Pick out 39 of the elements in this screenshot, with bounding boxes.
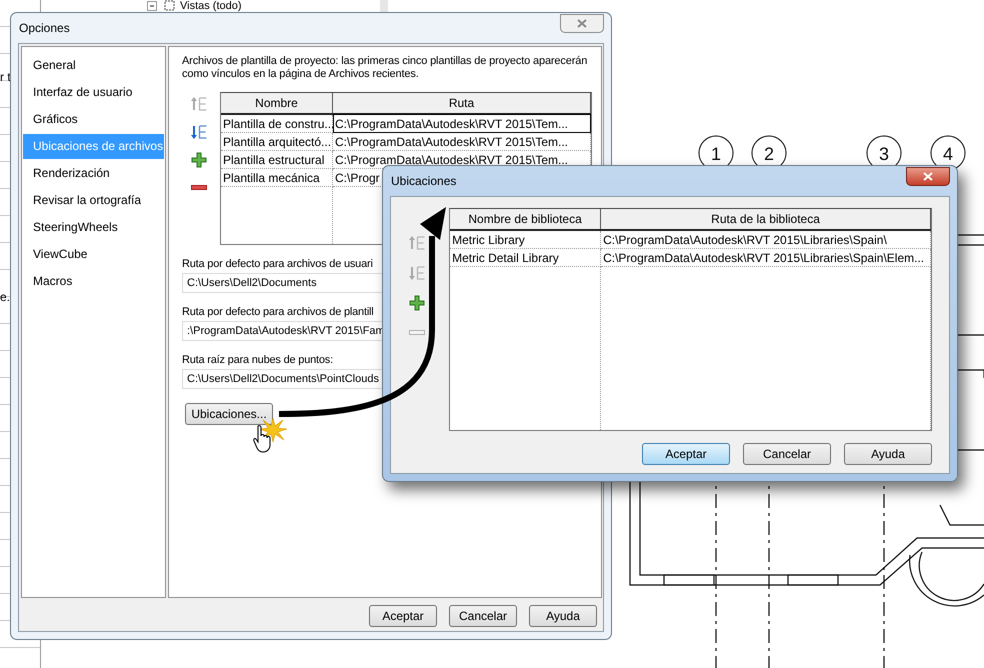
table-cell[interactable]: C:\ProgramData\Autodesk\RVT 2015\Tem...: [332, 114, 590, 132]
sidebar-item[interactable]: SteeringWheels: [23, 215, 164, 240]
table-cell[interactable]: Metric Library: [450, 230, 601, 248]
collapse-icon[interactable]: [146, 0, 158, 12]
table-cell[interactable]: Plantilla estructural: [221, 150, 332, 168]
sidebar-item[interactable]: Interfaz de usuario: [23, 80, 164, 105]
sidebar-item[interactable]: General: [23, 53, 164, 78]
close-button[interactable]: [906, 166, 950, 186]
dialog-button[interactable]: Cancelar: [743, 443, 831, 465]
sidebar-item[interactable]: ViewCube: [23, 242, 164, 267]
table-cell[interactable]: Plantilla mecánica: [221, 168, 332, 186]
sidebar-item[interactable]: Gráficos: [23, 107, 164, 132]
cut-off-text: e.: [0, 290, 10, 304]
table-cell[interactable]: Metric Detail Library: [450, 248, 601, 266]
column-header[interactable]: Ruta de la biblioteca: [600, 209, 930, 230]
close-icon: [923, 172, 933, 180]
window-title: Opciones: [18, 21, 70, 35]
column-header[interactable]: Nombre de biblioteca: [450, 209, 601, 230]
sidebar-item[interactable]: Macros: [23, 269, 164, 294]
sidebar-item[interactable]: Revisar la ortografía: [23, 188, 164, 213]
dialog-button[interactable]: Aceptar: [642, 443, 730, 465]
close-icon: [577, 18, 587, 28]
column-header[interactable]: Ruta: [332, 93, 590, 114]
field-label: Ruta por defecto para archivos de plantill: [182, 306, 374, 318]
views-icon: [162, 0, 176, 13]
table-cell[interactable]: C:\ProgramData\Autodesk\RVT 2015\Libraries\Spain\: [600, 230, 930, 248]
window-title: Ubicaciones: [390, 174, 456, 188]
field-label: Ruta raíz para nubes de puntos:: [182, 354, 333, 366]
dialog-button[interactable]: Ayuda: [844, 443, 932, 465]
table-cell[interactable]: Plantilla arquitectó...: [221, 132, 332, 150]
description-text: Archivos de plantilla de proyecto: las primeras cinco plantillas de proyecto aparecerán como vínculos en la página de Archivos recientes.: [182, 55, 588, 81]
table-cell[interactable]: C:\ProgramData\Autodesk\RVT 2015\Tem...: [332, 132, 590, 150]
locations-button[interactable]: Ubicaciones...: [185, 403, 273, 425]
column-header[interactable]: Nombre: [221, 93, 332, 114]
table-cell[interactable]: C:\ProgramData\Autodesk\RVT 2015\Libraries\Spain\Elem...: [600, 248, 930, 266]
field-label: Ruta por defecto para archivos de usuari: [182, 258, 373, 270]
table-cell[interactable]: Plantilla de constru...: [221, 114, 332, 132]
tree-item[interactable]: Vistas (todo): [180, 0, 242, 12]
sidebar-item[interactable]: Renderización: [23, 161, 164, 186]
